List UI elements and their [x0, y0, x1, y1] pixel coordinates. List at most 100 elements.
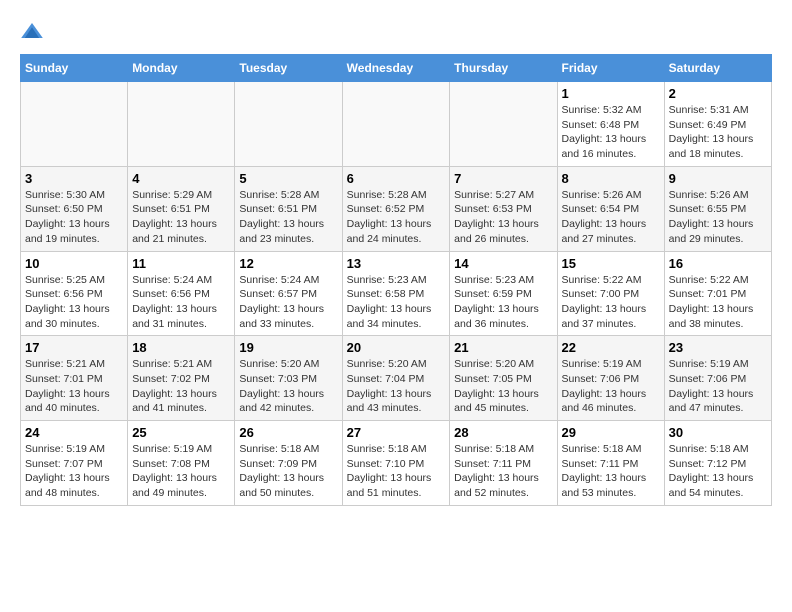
day-number: 26: [239, 425, 337, 440]
calendar-week-row: 17 Sunrise: 5:21 AM Sunset: 7:01 PM Dayli…: [21, 336, 772, 421]
calendar: SundayMondayTuesdayWednesdayThursdayFrid…: [20, 54, 772, 506]
day-number: 18: [132, 340, 230, 355]
calendar-week-row: 1 Sunrise: 5:32 AM Sunset: 6:48 PM Daylig…: [21, 82, 772, 167]
calendar-cell: [235, 82, 342, 167]
day-info: Sunrise: 5:29 AM Sunset: 6:51 PM Dayligh…: [132, 188, 230, 247]
calendar-cell: 3 Sunrise: 5:30 AM Sunset: 6:50 PM Daylig…: [21, 166, 128, 251]
day-info: Sunrise: 5:24 AM Sunset: 6:57 PM Dayligh…: [239, 273, 337, 332]
day-number: 20: [347, 340, 446, 355]
calendar-cell: 6 Sunrise: 5:28 AM Sunset: 6:52 PM Daylig…: [342, 166, 450, 251]
day-info: Sunrise: 5:28 AM Sunset: 6:52 PM Dayligh…: [347, 188, 446, 247]
day-info: Sunrise: 5:18 AM Sunset: 7:11 PM Dayligh…: [454, 442, 552, 501]
day-number: 30: [669, 425, 767, 440]
day-info: Sunrise: 5:28 AM Sunset: 6:51 PM Dayligh…: [239, 188, 337, 247]
calendar-cell: 29 Sunrise: 5:18 AM Sunset: 7:11 PM Dayli…: [557, 421, 664, 506]
day-number: 22: [562, 340, 660, 355]
calendar-cell: 2 Sunrise: 5:31 AM Sunset: 6:49 PM Daylig…: [664, 82, 771, 167]
day-number: 13: [347, 256, 446, 271]
calendar-cell: 18 Sunrise: 5:21 AM Sunset: 7:02 PM Dayli…: [128, 336, 235, 421]
day-number: 12: [239, 256, 337, 271]
day-number: 5: [239, 171, 337, 186]
day-info: Sunrise: 5:19 AM Sunset: 7:07 PM Dayligh…: [25, 442, 123, 501]
day-number: 4: [132, 171, 230, 186]
logo: [20, 20, 48, 44]
day-number: 15: [562, 256, 660, 271]
day-number: 14: [454, 256, 552, 271]
day-info: Sunrise: 5:18 AM Sunset: 7:12 PM Dayligh…: [669, 442, 767, 501]
calendar-cell: 10 Sunrise: 5:25 AM Sunset: 6:56 PM Dayli…: [21, 251, 128, 336]
day-info: Sunrise: 5:22 AM Sunset: 7:00 PM Dayligh…: [562, 273, 660, 332]
day-number: 2: [669, 86, 767, 101]
calendar-cell: 7Sunrise: 5:27 AM Sunset: 6:53 PM Daylig…: [450, 166, 557, 251]
day-info: Sunrise: 5:23 AM Sunset: 6:59 PM Dayligh…: [454, 273, 552, 332]
calendar-cell: 24 Sunrise: 5:19 AM Sunset: 7:07 PM Dayli…: [21, 421, 128, 506]
day-info: Sunrise: 5:19 AM Sunset: 7:06 PM Dayligh…: [669, 357, 767, 416]
weekday-header: Saturday: [664, 55, 771, 82]
day-info: Sunrise: 5:25 AM Sunset: 6:56 PM Dayligh…: [25, 273, 123, 332]
day-number: 10: [25, 256, 123, 271]
logo-icon: [20, 20, 44, 44]
calendar-cell: 5 Sunrise: 5:28 AM Sunset: 6:51 PM Daylig…: [235, 166, 342, 251]
day-number: 3: [25, 171, 123, 186]
calendar-week-row: 24 Sunrise: 5:19 AM Sunset: 7:07 PM Dayli…: [21, 421, 772, 506]
calendar-cell: 27Sunrise: 5:18 AM Sunset: 7:10 PM Dayli…: [342, 421, 450, 506]
day-number: 11: [132, 256, 230, 271]
day-info: Sunrise: 5:26 AM Sunset: 6:55 PM Dayligh…: [669, 188, 767, 247]
day-number: 29: [562, 425, 660, 440]
calendar-cell: 25 Sunrise: 5:19 AM Sunset: 7:08 PM Dayli…: [128, 421, 235, 506]
weekday-header: Sunday: [21, 55, 128, 82]
calendar-cell: 30 Sunrise: 5:18 AM Sunset: 7:12 PM Dayli…: [664, 421, 771, 506]
calendar-cell: 26 Sunrise: 5:18 AM Sunset: 7:09 PM Dayli…: [235, 421, 342, 506]
day-info: Sunrise: 5:21 AM Sunset: 7:01 PM Dayligh…: [25, 357, 123, 416]
day-info: Sunrise: 5:32 AM Sunset: 6:48 PM Dayligh…: [562, 103, 660, 162]
calendar-cell: 28Sunrise: 5:18 AM Sunset: 7:11 PM Dayli…: [450, 421, 557, 506]
weekday-header: Friday: [557, 55, 664, 82]
day-info: Sunrise: 5:18 AM Sunset: 7:11 PM Dayligh…: [562, 442, 660, 501]
day-number: 23: [669, 340, 767, 355]
weekday-header: Wednesday: [342, 55, 450, 82]
calendar-cell: 21Sunrise: 5:20 AM Sunset: 7:05 PM Dayli…: [450, 336, 557, 421]
weekday-header: Monday: [128, 55, 235, 82]
calendar-cell: 9 Sunrise: 5:26 AM Sunset: 6:55 PM Daylig…: [664, 166, 771, 251]
day-info: Sunrise: 5:30 AM Sunset: 6:50 PM Dayligh…: [25, 188, 123, 247]
day-info: Sunrise: 5:26 AM Sunset: 6:54 PM Dayligh…: [562, 188, 660, 247]
day-info: Sunrise: 5:22 AM Sunset: 7:01 PM Dayligh…: [669, 273, 767, 332]
day-info: Sunrise: 5:21 AM Sunset: 7:02 PM Dayligh…: [132, 357, 230, 416]
day-info: Sunrise: 5:24 AM Sunset: 6:56 PM Dayligh…: [132, 273, 230, 332]
calendar-cell: 19Sunrise: 5:20 AM Sunset: 7:03 PM Dayli…: [235, 336, 342, 421]
day-info: Sunrise: 5:18 AM Sunset: 7:09 PM Dayligh…: [239, 442, 337, 501]
day-info: Sunrise: 5:20 AM Sunset: 7:05 PM Dayligh…: [454, 357, 552, 416]
calendar-week-row: 10 Sunrise: 5:25 AM Sunset: 6:56 PM Dayli…: [21, 251, 772, 336]
day-info: Sunrise: 5:23 AM Sunset: 6:58 PM Dayligh…: [347, 273, 446, 332]
calendar-cell: 17 Sunrise: 5:21 AM Sunset: 7:01 PM Dayli…: [21, 336, 128, 421]
header: [20, 20, 772, 44]
calendar-cell: 22 Sunrise: 5:19 AM Sunset: 7:06 PM Dayli…: [557, 336, 664, 421]
calendar-cell: 23 Sunrise: 5:19 AM Sunset: 7:06 PM Dayli…: [664, 336, 771, 421]
day-number: 1: [562, 86, 660, 101]
day-info: Sunrise: 5:19 AM Sunset: 7:06 PM Dayligh…: [562, 357, 660, 416]
day-info: Sunrise: 5:31 AM Sunset: 6:49 PM Dayligh…: [669, 103, 767, 162]
day-number: 9: [669, 171, 767, 186]
weekday-header: Tuesday: [235, 55, 342, 82]
calendar-cell: [128, 82, 235, 167]
day-number: 8: [562, 171, 660, 186]
calendar-cell: 20Sunrise: 5:20 AM Sunset: 7:04 PM Dayli…: [342, 336, 450, 421]
calendar-week-row: 3 Sunrise: 5:30 AM Sunset: 6:50 PM Daylig…: [21, 166, 772, 251]
day-number: 24: [25, 425, 123, 440]
calendar-cell: [450, 82, 557, 167]
calendar-cell: 8 Sunrise: 5:26 AM Sunset: 6:54 PM Daylig…: [557, 166, 664, 251]
calendar-cell: [342, 82, 450, 167]
day-info: Sunrise: 5:18 AM Sunset: 7:10 PM Dayligh…: [347, 442, 446, 501]
weekday-header: Thursday: [450, 55, 557, 82]
day-info: Sunrise: 5:19 AM Sunset: 7:08 PM Dayligh…: [132, 442, 230, 501]
day-number: 16: [669, 256, 767, 271]
day-number: 19: [239, 340, 337, 355]
calendar-cell: 15 Sunrise: 5:22 AM Sunset: 7:00 PM Dayli…: [557, 251, 664, 336]
day-number: 25: [132, 425, 230, 440]
calendar-cell: 11 Sunrise: 5:24 AM Sunset: 6:56 PM Dayli…: [128, 251, 235, 336]
calendar-cell: 12 Sunrise: 5:24 AM Sunset: 6:57 PM Dayli…: [235, 251, 342, 336]
calendar-cell: [21, 82, 128, 167]
calendar-header-row: SundayMondayTuesdayWednesdayThursdayFrid…: [21, 55, 772, 82]
day-number: 17: [25, 340, 123, 355]
day-number: 6: [347, 171, 446, 186]
